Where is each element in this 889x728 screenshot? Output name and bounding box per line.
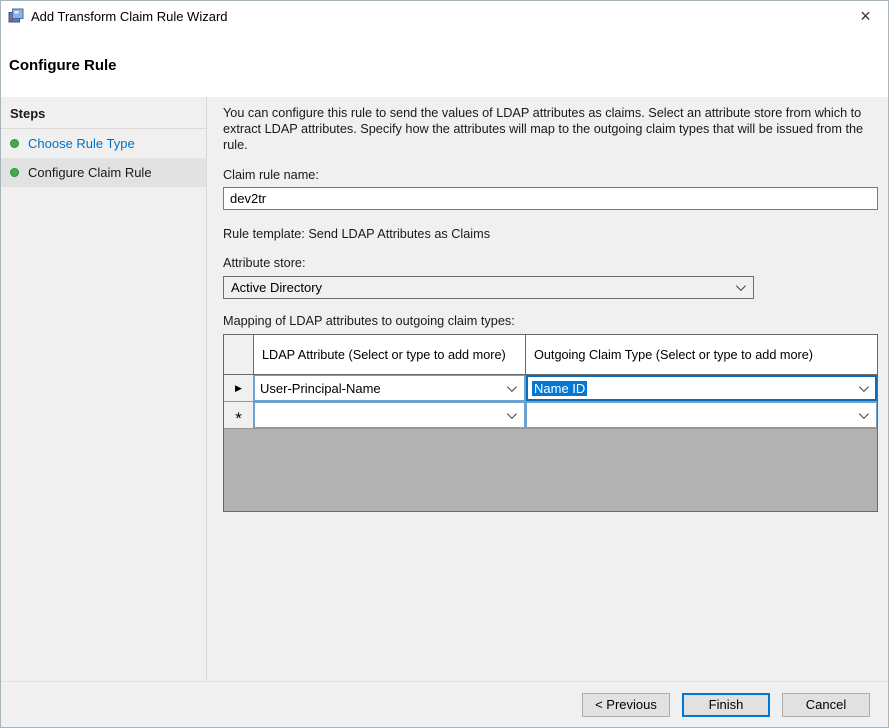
step-status-icon (10, 139, 19, 148)
grid-cell-outgoing: Name ID (526, 375, 877, 401)
table-row: ▶ User-Principal-Name Name ID (224, 375, 877, 402)
chevron-down-icon (853, 403, 871, 427)
grid-cell-outgoing (526, 402, 877, 428)
window-title: Add Transform Claim Rule Wizard (31, 9, 228, 24)
grid-cell-ldap (254, 402, 526, 428)
selected-text: Name ID (532, 381, 587, 396)
wizard-icon (8, 8, 24, 24)
ldap-attribute-value: User-Principal-Name (260, 381, 381, 396)
content-pane: You can configure this rule to send the … (207, 97, 889, 683)
grid-corner-cell[interactable] (224, 335, 254, 374)
footer-bar: < Previous Finish Cancel (1, 681, 889, 727)
close-icon: × (860, 6, 871, 27)
claim-rule-name-label: Claim rule name: (223, 168, 878, 182)
grid-col-header-ldap[interactable]: LDAP Attribute (Select or type to add mo… (254, 335, 526, 374)
step-item-choose-rule-type[interactable]: Choose Rule Type (1, 129, 206, 158)
row-selector[interactable]: ▶ (224, 375, 254, 401)
chevron-down-icon (501, 403, 519, 427)
chevron-down-icon (501, 376, 519, 400)
grid-cell-ldap: User-Principal-Name (254, 375, 526, 401)
steps-panel: Steps Choose Rule Type Configure Claim R… (1, 97, 207, 683)
step-label: Configure Claim Rule (28, 165, 152, 180)
current-row-icon: ▶ (235, 383, 242, 394)
step-item-configure-claim-rule[interactable]: Configure Claim Rule (1, 158, 206, 187)
rule-template-text: Rule template: Send LDAP Attributes as C… (223, 227, 878, 241)
previous-button[interactable]: < Previous (582, 693, 670, 717)
new-row-icon: * (235, 406, 242, 424)
outgoing-claim-type-select[interactable]: Name ID (526, 375, 877, 401)
cancel-button[interactable]: Cancel (782, 693, 870, 717)
mapping-label: Mapping of LDAP attributes to outgoing c… (223, 314, 878, 328)
title-bar: Add Transform Claim Rule Wizard × (1, 1, 888, 31)
step-status-icon (10, 168, 19, 177)
row-selector[interactable]: * (224, 402, 254, 428)
ldap-attribute-select[interactable]: User-Principal-Name (254, 375, 525, 401)
ldap-attribute-select[interactable] (254, 402, 525, 428)
mapping-grid: LDAP Attribute (Select or type to add mo… (223, 334, 878, 512)
chevron-down-icon (853, 376, 871, 400)
attribute-store-select[interactable]: Active Directory (223, 276, 754, 299)
step-label: Choose Rule Type (28, 136, 135, 151)
chevron-down-icon (730, 277, 748, 298)
table-row-new: * (224, 402, 877, 429)
attribute-store-label: Attribute store: (223, 256, 878, 270)
grid-col-header-outgoing[interactable]: Outgoing Claim Type (Select or type to a… (526, 335, 877, 374)
steps-header: Steps (1, 97, 206, 129)
claim-rule-name-input[interactable] (223, 187, 878, 210)
finish-button[interactable]: Finish (682, 693, 770, 717)
page-title: Configure Rule (9, 57, 117, 74)
attribute-store-value: Active Directory (231, 280, 322, 295)
outgoing-claim-type-select[interactable] (526, 402, 877, 428)
rule-description: You can configure this rule to send the … (223, 105, 878, 153)
wizard-dialog: Add Transform Claim Rule Wizard × Config… (0, 0, 889, 728)
grid-header-row: LDAP Attribute (Select or type to add mo… (224, 335, 877, 375)
close-button[interactable]: × (843, 1, 888, 31)
